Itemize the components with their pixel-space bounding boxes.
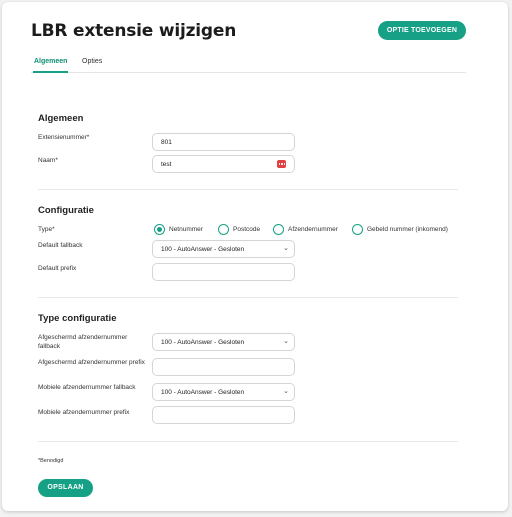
radio-label: Postcode	[233, 226, 261, 233]
default-fallback-label: Default fallback	[38, 242, 83, 249]
chevron-down-icon: ⌄	[283, 338, 289, 345]
type-label: Type*	[38, 226, 55, 233]
shielded-prefix-label: Afgeschermd afzendernummer prefix	[38, 359, 145, 366]
password-manager-icon[interactable]	[277, 160, 286, 168]
radio-label: Netnummer	[169, 226, 203, 233]
section-divider	[38, 441, 458, 442]
radio-afzendernummer[interactable]: Afzendernummer	[273, 224, 338, 235]
radio-unselected-icon	[273, 224, 284, 235]
default-prefix-label: Default prefix	[38, 265, 77, 272]
radio-selected-icon	[154, 224, 165, 235]
mobile-prefix-label: Mobiele afzendernummer prefix	[38, 409, 130, 416]
default-fallback-value: 100 - AutoAnswer - Gesloten	[161, 246, 245, 253]
tab-bar: Algemeen Opties	[31, 58, 466, 73]
extension-number-label: Extensienummer*	[38, 134, 90, 141]
radio-unselected-icon	[352, 224, 363, 235]
shielded-prefix-field[interactable]	[152, 358, 295, 376]
mobile-fallback-value: 100 - AutoAnswer - Gesloten	[161, 389, 245, 396]
configuration-section-title: Configuratie	[38, 205, 94, 216]
mobile-fallback-label: Mobiele afzendernummer fallback	[38, 384, 136, 391]
save-button[interactable]: OPSLAAN	[38, 479, 93, 497]
extension-number-value: 801	[161, 139, 172, 146]
shielded-fallback-select[interactable]: 100 - AutoAnswer - Gesloten ⌄	[152, 333, 295, 351]
form-card: LBR extensie wijzigen OPTIE TOEVOEGEN Al…	[2, 2, 508, 511]
chevron-down-icon: ⌄	[283, 245, 289, 252]
chevron-down-icon: ⌄	[283, 388, 289, 395]
name-field[interactable]: test	[152, 155, 295, 173]
section-divider	[38, 189, 458, 190]
mobile-prefix-field[interactable]	[152, 406, 295, 424]
radio-label: Gebeld nummer (inkomend)	[367, 226, 448, 233]
default-fallback-select[interactable]: 100 - AutoAnswer - Gesloten ⌄	[152, 240, 295, 258]
radio-unselected-icon	[218, 224, 229, 235]
page-title: LBR extensie wijzigen	[31, 21, 237, 41]
general-section-title: Algemeen	[38, 113, 84, 124]
section-divider	[38, 297, 458, 298]
tab-options[interactable]: Opties	[82, 58, 102, 72]
mobile-fallback-select[interactable]: 100 - AutoAnswer - Gesloten ⌄	[152, 383, 295, 401]
shielded-fallback-label: Afgeschermd afzendernummer fallback	[38, 334, 128, 350]
radio-postcode[interactable]: Postcode	[218, 224, 260, 235]
extension-number-field[interactable]: 801	[152, 133, 295, 151]
radio-gebeld-nummer[interactable]: Gebeld nummer (inkomend)	[352, 224, 448, 235]
radio-netnummer[interactable]: Netnummer	[154, 224, 203, 235]
default-prefix-field[interactable]	[152, 263, 295, 281]
radio-label: Afzendernummer	[288, 226, 338, 233]
required-note: *Benodigd	[38, 458, 64, 464]
type-configuration-section-title: Type configuratie	[38, 313, 117, 324]
tab-general[interactable]: Algemeen	[33, 58, 69, 73]
name-value: test	[161, 161, 172, 168]
name-label: Naam*	[38, 157, 58, 164]
shielded-fallback-value: 100 - AutoAnswer - Gesloten	[161, 339, 245, 346]
add-option-button[interactable]: OPTIE TOEVOEGEN	[378, 21, 466, 40]
